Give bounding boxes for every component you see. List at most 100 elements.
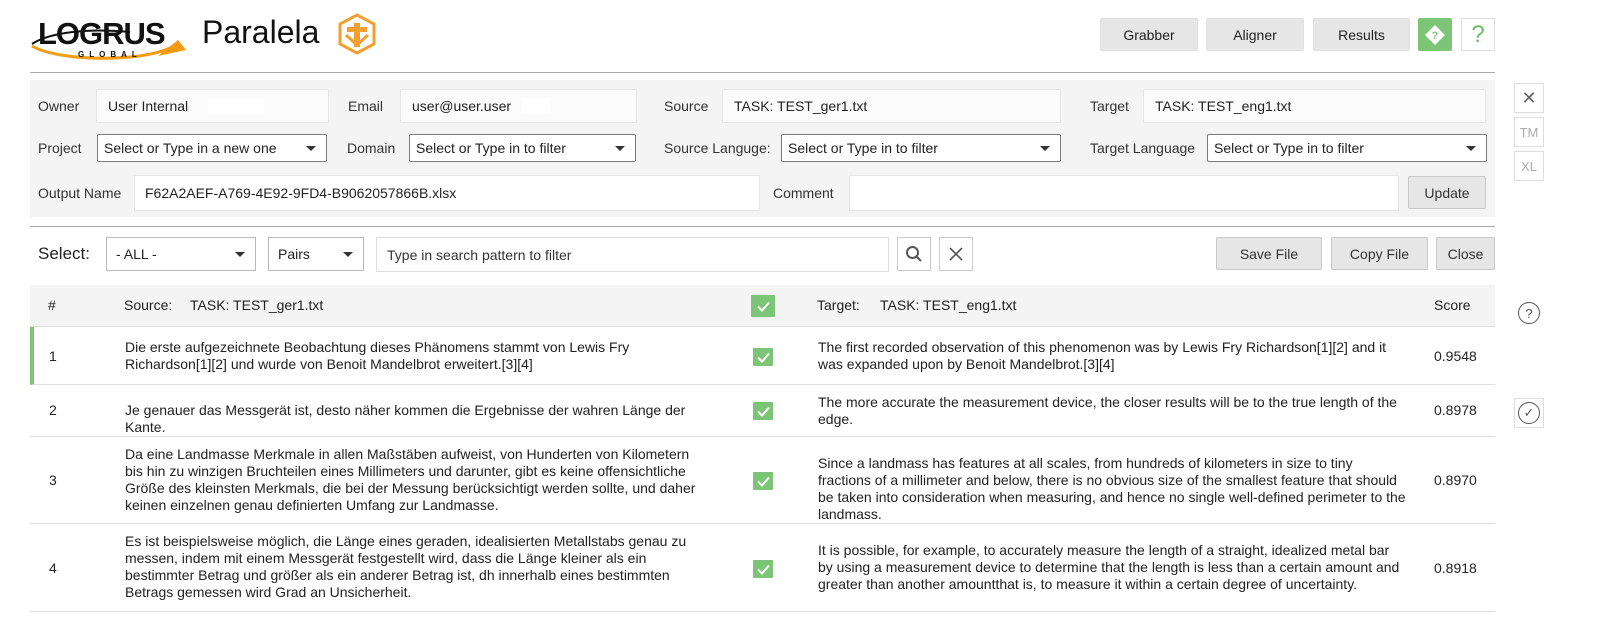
row-number: 2 — [49, 402, 57, 418]
target-field: TASK: TEST_eng1.txt — [1143, 89, 1486, 123]
source-text: Da eine Landmasse Merkmale in allen Maßs… — [125, 446, 696, 513]
source-label: Source — [664, 98, 709, 114]
source-language-label: Source Languge: — [664, 140, 771, 156]
email-mask — [521, 98, 552, 114]
search-input[interactable]: Type in search pattern to filter — [376, 237, 889, 272]
panel-divider — [30, 226, 1495, 227]
row-checkbox[interactable] — [753, 472, 773, 490]
logo-text: LOGRUS — [38, 16, 166, 51]
project-label: Project — [38, 140, 82, 156]
save-file-button[interactable]: Save File — [1216, 237, 1322, 270]
nav-aligner-button[interactable]: Aligner — [1206, 18, 1304, 51]
close-panel-button[interactable]: ✕ — [1514, 83, 1544, 113]
project-select[interactable]: Select or Type in a new one — [97, 134, 327, 162]
row-checkbox[interactable] — [753, 560, 773, 578]
scope-select-text: - ALL - — [116, 246, 157, 262]
source-text: Es ist beispielsweise möglich, die Länge… — [125, 533, 687, 600]
row-checkbox[interactable] — [753, 402, 773, 420]
copy-file-button[interactable]: Copy File — [1331, 237, 1428, 270]
target-text: Since a landmass has features at all sca… — [818, 455, 1406, 522]
table-row[interactable]: 2 Je genauer das Messgerät ist, desto nä… — [30, 385, 1495, 437]
column-source-file: TASK: TEST_ger1.txt — [190, 297, 324, 313]
target-language-label: Target Language — [1090, 140, 1196, 156]
source-text: Die erste aufgezeichnete Beobachtung die… — [125, 339, 630, 372]
email-label: Email — [348, 98, 384, 114]
output-name-label: Output Name — [38, 185, 122, 201]
owner-field: User Internal — [96, 89, 329, 123]
nav-results-button[interactable]: Results — [1313, 18, 1410, 51]
close-button[interactable]: Close — [1436, 237, 1495, 270]
chevron-down-icon — [343, 252, 353, 257]
column-target-label: Target: — [817, 297, 860, 313]
help-diamond-button[interactable]: ? — [1418, 18, 1452, 51]
nav-grabber-button[interactable]: Grabber — [1100, 18, 1198, 51]
mode-select-text: Pairs — [278, 246, 310, 262]
score-value: 0.8970 — [1434, 472, 1477, 488]
source-language-select[interactable]: Select or Type in to filter — [781, 134, 1061, 162]
source-text: Je genauer das Messgerät ist, desto nähe… — [125, 402, 686, 435]
table-row[interactable]: 1 Die erste aufgezeichnete Beobachtung d… — [30, 327, 1495, 385]
tm-button[interactable]: TM — [1514, 117, 1544, 147]
clear-search-button[interactable] — [939, 237, 973, 271]
header-divider — [30, 72, 1495, 73]
source-field: TASK: TEST_ger1.txt — [722, 89, 1061, 123]
help-diamond-icon: ? — [1425, 24, 1445, 45]
target-language-select[interactable]: Select or Type in to filter — [1207, 134, 1487, 162]
chevron-down-icon — [235, 252, 245, 257]
target-text: The first recorded observation of this p… — [818, 339, 1387, 372]
chevron-down-icon — [306, 146, 316, 151]
checkmark-icon — [756, 476, 770, 487]
target-text: It is possible, for example, to accurate… — [818, 542, 1400, 592]
owner-value: User Internal — [108, 98, 189, 114]
update-button[interactable]: Update — [1408, 176, 1486, 209]
email-field: user@user.user — [400, 89, 637, 123]
domain-select[interactable]: Select or Type in to filter — [409, 134, 636, 162]
domain-select-text: Select or Type in to filter — [416, 140, 566, 156]
row-number: 3 — [49, 472, 57, 488]
table-row[interactable]: 4 Es ist beispielsweise möglich, die Län… — [30, 524, 1495, 612]
app-header: LOGRUS GLOBAL Paralela Grabber Aligner R… — [0, 0, 1560, 72]
row-checkbox[interactable] — [753, 348, 773, 366]
search-button[interactable] — [897, 237, 931, 271]
domain-label: Domain — [347, 140, 396, 156]
checkmark-icon — [756, 564, 770, 575]
select-all-checkbox[interactable] — [751, 295, 775, 317]
svg-text:?: ? — [1432, 30, 1439, 42]
source-language-select-text: Select or Type in to filter — [788, 140, 938, 156]
xl-button[interactable]: XL — [1514, 151, 1544, 181]
task-info-panel: Owner User Internal Email user@user.user… — [30, 80, 1495, 217]
chevron-down-icon — [1040, 146, 1050, 151]
confirm-button[interactable]: ✓ — [1514, 398, 1544, 428]
checkmark-icon — [756, 406, 770, 417]
search-icon — [906, 246, 922, 262]
table-header: # Source: TASK: TEST_ger1.txt Target: TA… — [30, 285, 1495, 327]
table-row[interactable]: 3 Da eine Landmasse Merkmale in allen Ma… — [30, 437, 1495, 524]
select-label: Select: — [38, 244, 90, 263]
chevron-down-icon — [615, 146, 625, 151]
target-label: Target — [1090, 98, 1129, 114]
mode-select[interactable]: Pairs — [268, 237, 364, 271]
checkmark-icon — [756, 301, 770, 312]
column-number: # — [48, 297, 56, 313]
row-number: 4 — [49, 560, 57, 576]
target-text: The more accurate the measurement device… — [818, 394, 1397, 427]
scope-select[interactable]: - ALL - — [106, 237, 256, 271]
row-number: 1 — [49, 348, 57, 364]
score-value: 0.8978 — [1434, 402, 1477, 418]
check-circle-icon: ✓ — [1518, 402, 1540, 424]
project-select-text: Select or Type in a new one — [104, 140, 277, 156]
output-name-input[interactable]: F62A2AEF-A769-4E92-9FD4-B9062057866B.xls… — [134, 175, 760, 211]
column-target-file: TASK: TEST_eng1.txt — [880, 297, 1017, 313]
help-circle-icon[interactable]: ? — [1518, 302, 1540, 324]
score-value: 0.9548 — [1434, 348, 1477, 364]
logo-subtext: GLOBAL — [78, 50, 142, 59]
question-mark-icon: ? — [1471, 20, 1485, 48]
logrus-logo: LOGRUS GLOBAL — [30, 10, 190, 60]
chevron-down-icon — [1466, 146, 1476, 151]
close-icon: ✕ — [1521, 87, 1537, 108]
target-language-select-text: Select or Type in to filter — [1214, 140, 1364, 156]
column-score: Score — [1434, 297, 1471, 313]
comment-input[interactable] — [849, 175, 1399, 211]
help-question-button[interactable]: ? — [1461, 18, 1495, 51]
owner-label: Owner — [38, 98, 80, 114]
